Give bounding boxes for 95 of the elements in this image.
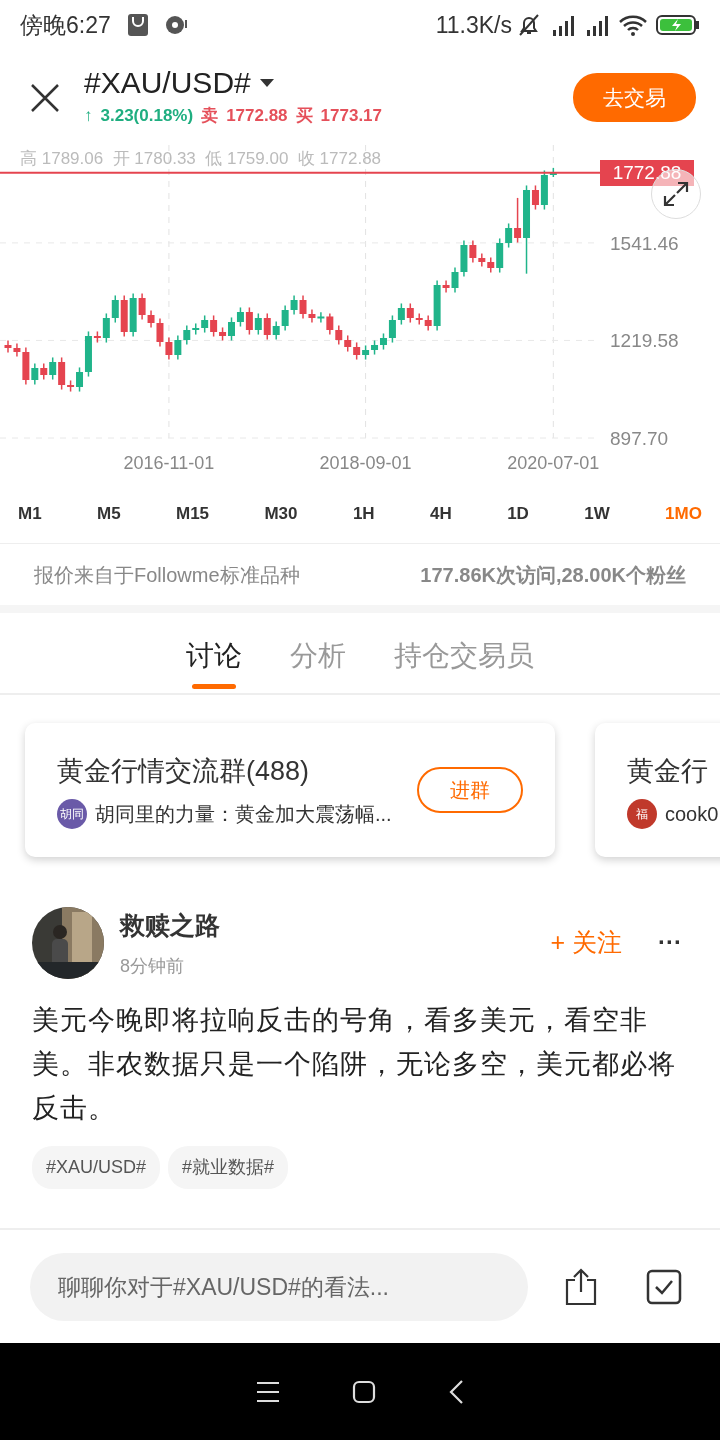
timeframe-tab[interactable]: M30 [256, 497, 306, 531]
sell-label: 卖 [201, 105, 219, 128]
menu-button[interactable] [256, 1380, 280, 1403]
up-arrow: ↑ [84, 105, 93, 128]
candlestick [281, 304, 289, 332]
battery-icon [656, 14, 700, 36]
candlestick [469, 239, 477, 264]
candlestick [505, 222, 513, 249]
group-title: 黄金行 [627, 754, 709, 788]
candlestick [76, 366, 84, 393]
candlestick [317, 311, 325, 324]
candlestick [183, 324, 191, 346]
candlestick [514, 197, 522, 244]
share-button[interactable] [564, 1268, 598, 1306]
candlestick [174, 334, 182, 361]
timeframe-tab[interactable]: 1H [344, 497, 383, 531]
network-speed: 11.3K/s [435, 10, 512, 40]
quote-source: 报价来自于Followme标准品种 [34, 562, 300, 588]
candlestick [236, 306, 244, 328]
back-icon [448, 1378, 464, 1405]
candlestick [388, 314, 396, 344]
candlestick [111, 294, 119, 324]
post-text: 美元今晚即将拉响反击的号角，看多美元，看空非美。非农数据只是一个陷阱，无论多空，美元都必将反击。 [32, 1003, 677, 1125]
latest-message: cook0 [665, 802, 719, 828]
candlestick [326, 312, 334, 336]
timeframe-tab[interactable]: M1 [10, 497, 50, 531]
group-title: 黄金行情交流群(488) [57, 754, 311, 788]
candlestick [308, 308, 316, 324]
section-tab[interactable]: 讨论 [166, 613, 262, 693]
latest-message: 胡同里的力量：黄金加大震荡幅... [95, 802, 392, 828]
visit-stats: 177.86K次访问,28.00K个粉丝 [420, 562, 686, 588]
candlestick [290, 294, 298, 316]
timeframe-tab[interactable]: 1D [499, 497, 537, 531]
symbol-title: #XAU/USD# [84, 66, 251, 100]
candlestick [531, 184, 539, 211]
member-avatar: 福 [627, 799, 657, 830]
candlestick [138, 292, 146, 321]
caret-icon [258, 77, 275, 88]
candlestick [13, 342, 21, 358]
date-axis-label: 2016-11-01 [122, 452, 216, 475]
comment-field[interactable]: 聊聊你对于#XAU/USD#的看法... [30, 1253, 528, 1321]
candlestick [156, 317, 164, 348]
mute-bell-icon [516, 12, 542, 38]
candlestick [335, 324, 343, 346]
candlestick [31, 362, 39, 386]
wifi-icon [618, 13, 648, 37]
candlestick [254, 312, 262, 336]
buy-price: 1773.17 [320, 105, 383, 128]
expand-icon [661, 179, 691, 209]
candlestick [245, 306, 253, 336]
buy-label: 买 [295, 105, 313, 128]
status-time: 傍晚6:27 [20, 10, 111, 40]
candlestick [397, 302, 405, 326]
candlestick [442, 279, 450, 294]
post-time: 8分钟前 [120, 954, 185, 978]
price-axis-label: 1541.46 [610, 231, 679, 256]
price-change: 3.23(0.18%) [100, 105, 194, 128]
candlestick [4, 339, 12, 354]
date-axis-label: 2020-07-01 [506, 452, 601, 475]
date-axis-label: 2018-09-01 [318, 452, 413, 475]
candlestick [263, 312, 271, 341]
candlestick [272, 320, 280, 341]
candlestick [478, 252, 486, 268]
square-icon [352, 1379, 376, 1404]
timeframe-tab[interactable]: 1W [576, 497, 618, 531]
close-button[interactable] [30, 82, 60, 113]
ohlc-readout: 高 1789.06 开 1780.33 低 1759.00 收 1772.88 [20, 148, 382, 169]
price-axis-label: 1219.58 [610, 329, 679, 354]
timeframe-tab[interactable]: M15 [168, 497, 218, 531]
candlestick [102, 312, 110, 344]
member-avatar: 胡同 [57, 799, 87, 830]
candlestick [451, 266, 459, 294]
candlestick [49, 356, 57, 381]
timeframe-tab[interactable]: M5 [89, 497, 129, 531]
price-axis-label: 897.70 [610, 427, 669, 451]
back-button[interactable] [448, 1378, 464, 1405]
topic-tag[interactable]: #XAU/USD# [32, 1145, 161, 1189]
candlestick [299, 294, 307, 320]
group-card[interactable]: 黄金行 福 cook0 [595, 723, 720, 857]
candlestick [406, 302, 414, 324]
more-button[interactable]: ··· [652, 923, 688, 961]
candlestick [58, 356, 66, 391]
disc-icon [164, 14, 189, 36]
candlestick [415, 312, 423, 326]
shopping-bag-icon [126, 13, 149, 37]
candlestick [228, 316, 235, 342]
checkbox-button[interactable] [646, 1269, 682, 1305]
sell-price: 1772.88 [226, 105, 288, 128]
menu-icon [256, 1380, 280, 1403]
group-card[interactable]: 黄金行情交流群(488) 胡同 胡同里的力量：黄金加大震荡幅... 进群 [25, 723, 555, 857]
candlestick [210, 314, 218, 338]
author-name: 救赎之路 [120, 910, 220, 941]
candlestick [165, 336, 173, 361]
topic-tag[interactable]: #就业数据# [168, 1145, 289, 1189]
timeframe-tab[interactable]: 4H [422, 497, 460, 531]
